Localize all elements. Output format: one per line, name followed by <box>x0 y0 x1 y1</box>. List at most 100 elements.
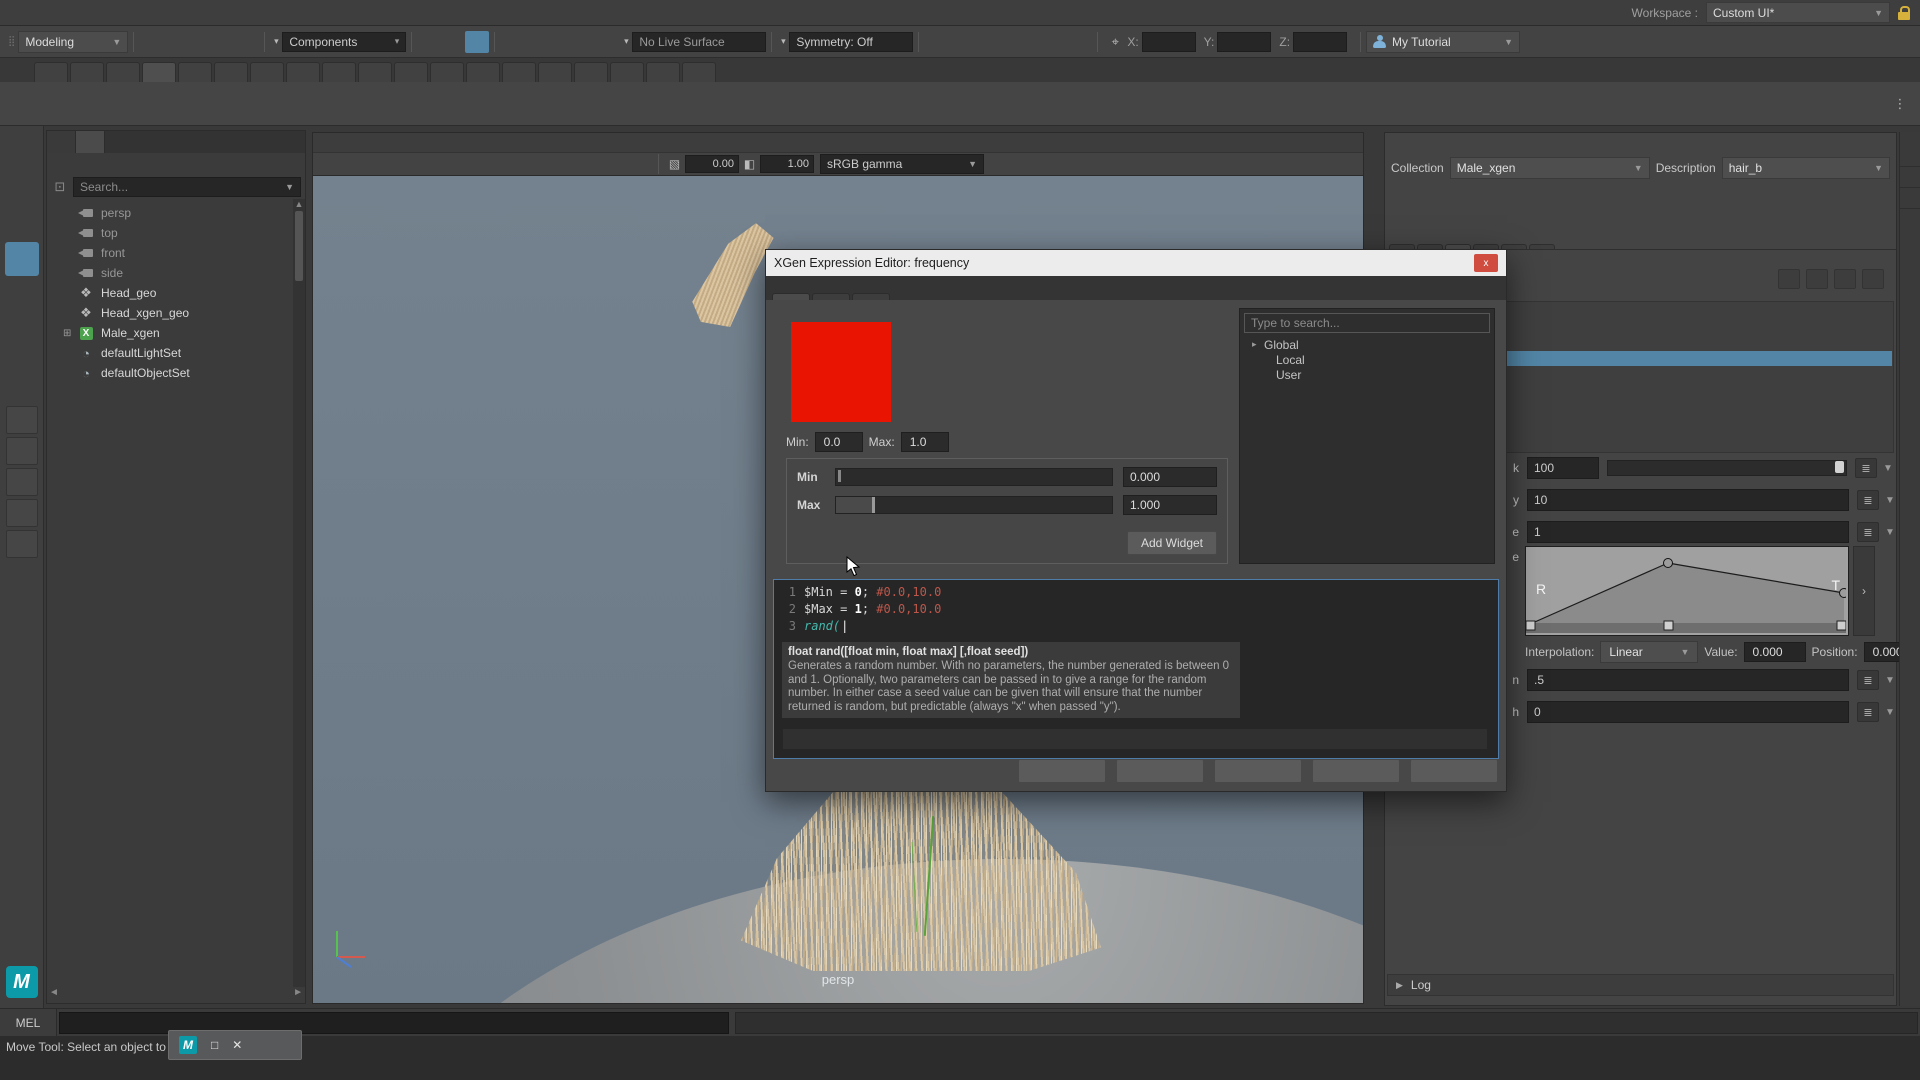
select-object-icon[interactable] <box>441 31 465 53</box>
xgen-add-guide-icon[interactable] <box>1549 186 1589 220</box>
xgen-shelf-tool-icon[interactable] <box>682 86 718 122</box>
outliner-item[interactable]: ⊞ Male_xgen <box>47 323 305 343</box>
selection-mode-dropdown[interactable]: Components▾ <box>282 32 406 52</box>
xgen-shelf-tool-icon[interactable] <box>142 86 178 122</box>
min-value-field[interactable]: 0.000 <box>1123 467 1217 487</box>
xgen-clear-preview-icon[interactable] <box>1429 186 1469 220</box>
chevron-down-icon[interactable]: ▼ <box>1885 527 1895 538</box>
shelf-tab[interactable] <box>610 62 644 82</box>
toggle-tool-settings-icon[interactable] <box>1868 31 1892 53</box>
open-scene-icon[interactable] <box>163 31 187 53</box>
attribute-value-field[interactable]: 1 <box>1527 521 1849 543</box>
xgen-part-guides-icon[interactable] <box>1669 186 1709 220</box>
viewport-toggle-icon[interactable] <box>401 155 422 173</box>
xgen-frame-guides-icon[interactable] <box>1789 186 1829 220</box>
xgen-create-description-icon[interactable] <box>1469 186 1509 220</box>
outliner-item[interactable]: Head_geo <box>47 283 305 303</box>
shelf-tab[interactable] <box>430 62 464 82</box>
render-current-frame-icon[interactable] <box>924 31 948 53</box>
xgen-shelf-tool-icon[interactable] <box>646 86 682 122</box>
layout-hypershade-icon[interactable] <box>6 499 38 527</box>
shelf-tab[interactable] <box>574 62 608 82</box>
rotate-tool-icon[interactable] <box>5 278 39 312</box>
layout-persp-outliner-icon[interactable] <box>6 437 38 465</box>
outliner-item[interactable]: front <box>47 243 305 263</box>
library-search-input[interactable]: Type to search... <box>1244 313 1490 333</box>
library-tree-item[interactable]: Local <box>1240 352 1494 367</box>
select-component-icon[interactable] <box>465 31 489 53</box>
code-line[interactable]: 2 $Max = 1; #0.0,10.0 <box>778 601 1498 618</box>
dialog-tab[interactable] <box>852 293 890 300</box>
viewport-toggle-icon[interactable] <box>359 155 380 173</box>
scrollbar-thumb[interactable] <box>295 211 303 281</box>
grip-handle[interactable]: ⣿ <box>8 36 14 47</box>
xgen-shelf-tool-icon[interactable] <box>790 86 826 122</box>
shelf-tab[interactable] <box>358 62 392 82</box>
add-widget-button[interactable]: Add Widget <box>1127 531 1217 555</box>
attribute-value-field[interactable]: 100 <box>1527 457 1599 479</box>
shelf-tab[interactable] <box>538 62 572 82</box>
lasso-select-tool-icon[interactable] <box>5 170 39 204</box>
chevron-down-icon[interactable]: ▼ <box>1885 675 1895 686</box>
dialog-tab[interactable] <box>772 293 810 300</box>
viewport-toggle-icon[interactable] <box>464 155 485 173</box>
shelf-tab[interactable] <box>466 62 500 82</box>
xgen-shelf-tool-icon[interactable] <box>286 86 322 122</box>
shelf-overflow-icon[interactable]: ⋮ <box>1888 93 1912 115</box>
viewport-toggle-icon[interactable] <box>527 155 548 173</box>
shelf-tab[interactable] <box>286 62 320 82</box>
code-line[interactable]: 3 rand(| <box>778 618 1498 635</box>
viewport-toggle-icon[interactable] <box>317 155 338 173</box>
shelf-tab[interactable] <box>34 62 68 82</box>
filter-icon[interactable]: ⊡ <box>51 176 69 198</box>
chevron-down-icon[interactable]: ▼ <box>1885 495 1895 506</box>
scroll-up-icon[interactable]: ▲ <box>293 199 305 209</box>
xgen-shelf-tool-icon[interactable] <box>610 86 646 122</box>
expand-icon[interactable]: ⊞ <box>63 328 77 339</box>
xgen-select-guides-icon[interactable] <box>1749 186 1789 220</box>
expression-icon[interactable]: ≣ <box>1857 490 1879 510</box>
command-input[interactable] <box>59 1012 729 1034</box>
shelf-tab[interactable] <box>250 62 284 82</box>
library-tree-item[interactable]: User <box>1240 367 1494 382</box>
select-tool-icon[interactable] <box>5 134 39 168</box>
close-icon[interactable]: x <box>1474 254 1498 272</box>
collection-dropdown[interactable]: Male_xgen▼ <box>1450 157 1650 179</box>
scroll-left-icon[interactable]: ◄ <box>49 987 59 1003</box>
paint-select-tool-icon[interactable] <box>5 206 39 240</box>
expression-color-swatch[interactable] <box>791 322 891 422</box>
xgen-move-guides-icon[interactable] <box>1709 186 1749 220</box>
outliner-item[interactable]: defaultLightSet <box>47 343 305 363</box>
viewport-toggle-icon[interactable] <box>611 155 632 173</box>
save-as-button[interactable] <box>1312 759 1400 783</box>
viewport-toggle-icon[interactable] <box>422 155 443 173</box>
xgen-refresh-preview-icon[interactable] <box>1389 186 1429 220</box>
modifier-options-icon[interactable] <box>1862 269 1884 289</box>
move-tool-icon[interactable] <box>5 242 39 276</box>
dialog-title-bar[interactable]: XGen Expression Editor: frequency x <box>766 250 1506 276</box>
library-tree-item[interactable]: ▸ Global <box>1240 337 1494 352</box>
modifier-move-down-icon[interactable] <box>1806 269 1828 289</box>
expression-icon[interactable]: ≣ <box>1857 522 1879 542</box>
exposure-field[interactable]: 0.00 <box>685 155 739 173</box>
attribute-value-field[interactable]: .5 <box>1527 669 1849 691</box>
max-summary-field[interactable]: 1.0 <box>901 432 949 452</box>
xgen-tab[interactable] <box>1529 244 1555 249</box>
shelf-options-icon[interactable] <box>1894 60 1910 82</box>
viewport-toggle-icon[interactable] <box>380 155 401 173</box>
z-coordinate-input[interactable] <box>1293 32 1347 52</box>
xgen-shelf-tool-icon[interactable] <box>754 86 790 122</box>
colorspace-dropdown[interactable]: sRGB gamma ▼ <box>820 154 984 174</box>
viewport-toggle-icon[interactable] <box>548 155 569 173</box>
dock-tab[interactable] <box>1900 188 1920 209</box>
ramp-expand-button[interactable]: › <box>1853 546 1875 636</box>
viewport-toggle-icon[interactable] <box>506 155 527 173</box>
xgen-shelf-tool-icon[interactable] <box>34 86 70 122</box>
expression-code-editor[interactable]: 1 $Min = 0; #0.0,10.0 2 $Max = 1; #0.0,1… <box>773 579 1499 759</box>
shelf-tab[interactable] <box>214 62 248 82</box>
toggle-attribute-editor-icon[interactable] <box>1844 31 1868 53</box>
xgen-shelf-tool-icon[interactable] <box>574 86 610 122</box>
exposure-icon[interactable]: ▧ <box>664 155 685 173</box>
description-dropdown[interactable]: hair_b▼ <box>1722 157 1890 179</box>
symmetry-field[interactable]: Symmetry: Off <box>789 32 913 52</box>
